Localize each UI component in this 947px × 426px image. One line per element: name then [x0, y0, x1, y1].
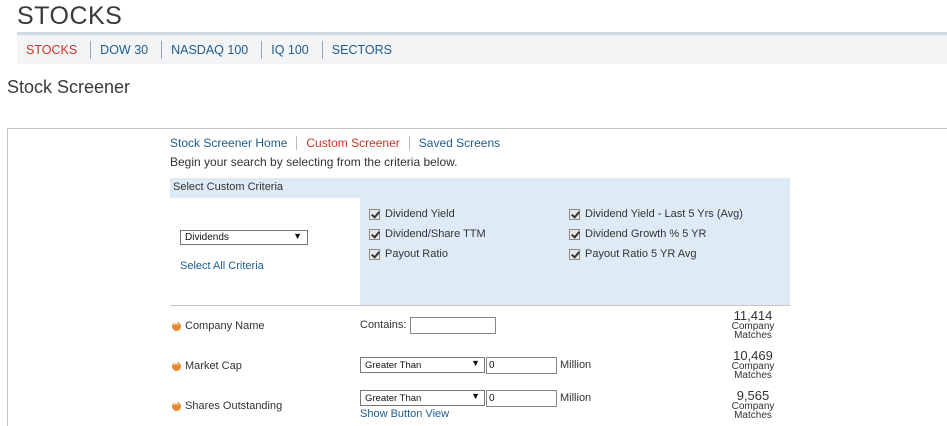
- link-custom-screener[interactable]: Custom Screener: [306, 136, 410, 150]
- criterion-label: Dividend/Share TTM: [385, 228, 486, 240]
- row-label-company-name: Company Name: [185, 320, 265, 332]
- select-all-criteria-link[interactable]: Select All Criteria: [180, 260, 264, 272]
- remove-criterion-icon[interactable]: [172, 318, 181, 331]
- matches-market-cap: 10,469 Company Matches: [722, 349, 784, 381]
- checkbox-checked-icon[interactable]: [369, 208, 380, 220]
- category-select-value: Dividends: [185, 232, 229, 243]
- criterion-dividend-growth-5yr[interactable]: Dividend Growth % 5 YR: [569, 228, 706, 240]
- market-cap-unit: Million: [560, 359, 592, 371]
- checkbox-checked-icon[interactable]: [569, 248, 580, 260]
- criterion-label: Dividend Yield - Last 5 Yrs (Avg): [585, 208, 743, 220]
- dropdown-arrow-icon: ▼: [471, 358, 480, 368]
- shares-outstanding-unit: Million: [560, 392, 592, 404]
- dropdown-arrow-icon: ▼: [293, 231, 302, 241]
- screener-links: Stock Screener Home Custom Screener Save…: [170, 136, 518, 150]
- checkbox-checked-icon[interactable]: [369, 248, 380, 260]
- criterion-label: Payout Ratio 5 YR Avg: [585, 248, 697, 260]
- checkbox-checked-icon[interactable]: [569, 228, 580, 240]
- remove-criterion-icon[interactable]: [172, 398, 181, 411]
- row-label-market-cap: Market Cap: [185, 360, 242, 372]
- row-label-shares-outstanding: Shares Outstanding: [185, 400, 283, 412]
- matches-company-name: 11,414 Company Matches: [722, 309, 784, 341]
- match-label-matches: Matches: [734, 410, 772, 421]
- criterion-dividend-yield-5yr[interactable]: Dividend Yield - Last 5 Yrs (Avg): [569, 208, 743, 220]
- remove-criterion-icon[interactable]: [172, 358, 181, 371]
- checkbox-checked-icon[interactable]: [369, 228, 380, 240]
- criterion-label: Dividend Yield: [385, 208, 455, 220]
- nav-item-sectors[interactable]: SECTORS: [323, 41, 405, 59]
- link-stock-screener-home[interactable]: Stock Screener Home: [170, 136, 298, 150]
- criterion-dividend-yield[interactable]: Dividend Yield: [369, 208, 455, 220]
- intro-text: Begin your search by selecting from the …: [170, 155, 458, 169]
- operator-value: Greater Than: [365, 360, 422, 371]
- nav-item-iq-100[interactable]: IQ 100: [262, 40, 323, 59]
- nav-item-dow-30[interactable]: DOW 30: [91, 40, 163, 59]
- criterion-label: Dividend Growth % 5 YR: [585, 228, 707, 240]
- shares-outstanding-value-input[interactable]: 0: [486, 390, 557, 407]
- category-select[interactable]: Dividends ▼: [180, 230, 308, 245]
- link-saved-screens[interactable]: Saved Screens: [419, 136, 509, 150]
- criterion-label: Payout Ratio: [385, 248, 448, 260]
- stocks-nav: STOCKS DOW 30 NASDAQ 100 IQ 100 SECTORS: [17, 35, 947, 64]
- criterion-dividend-share-ttm[interactable]: Dividend/Share TTM: [369, 228, 486, 240]
- section-title: Stock Screener: [7, 77, 131, 97]
- criterion-payout-ratio[interactable]: Payout Ratio: [369, 248, 448, 260]
- dropdown-arrow-icon: ▼: [471, 391, 480, 401]
- page-header-title: STOCKS: [17, 2, 123, 30]
- show-button-view-link[interactable]: Show Button View: [360, 408, 449, 420]
- operator-value: Greater Than: [365, 393, 422, 404]
- company-name-input[interactable]: [410, 317, 496, 334]
- checkbox-checked-icon[interactable]: [569, 208, 580, 220]
- nav-item-nasdaq-100[interactable]: NASDAQ 100: [162, 40, 263, 59]
- contains-label: Contains:: [360, 319, 407, 331]
- matches-shares-outstanding: 9,565 Company Matches: [722, 389, 784, 421]
- criterion-payout-ratio-5yr[interactable]: Payout Ratio 5 YR Avg: [569, 248, 697, 260]
- criteria-divider: [170, 305, 790, 306]
- nav-item-stocks[interactable]: STOCKS: [17, 40, 92, 59]
- shares-outstanding-operator-select[interactable]: Greater Than ▼: [360, 390, 485, 406]
- criteria-header: Select Custom Criteria: [170, 178, 790, 198]
- match-label-matches: Matches: [734, 330, 772, 341]
- match-label-matches: Matches: [734, 370, 772, 381]
- market-cap-operator-select[interactable]: Greater Than ▼: [360, 357, 485, 373]
- market-cap-value-input[interactable]: 0: [486, 357, 557, 374]
